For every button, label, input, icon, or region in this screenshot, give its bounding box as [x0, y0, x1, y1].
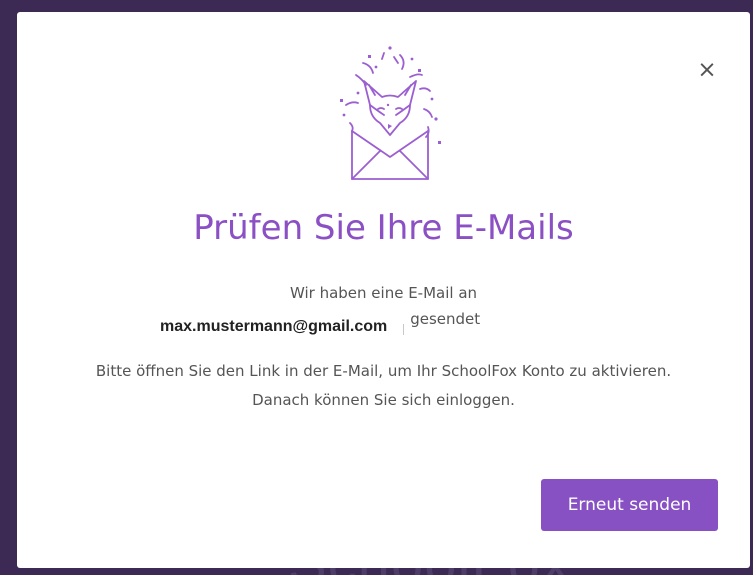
- resend-button[interactable]: Erneut senden: [541, 479, 718, 531]
- email-line: max.mustermann@gmail.com gesendet: [160, 310, 480, 337]
- activation-instructions: Bitte öffnen Sie den Link in der E-Mail,…: [95, 362, 672, 409]
- check-email-dialog: × Prüfen Sie Ihre E-Mails Wir haben eine…: [17, 12, 750, 568]
- sent-to-text: Wir haben eine E-Mail an: [289, 284, 478, 302]
- close-icon[interactable]: ×: [695, 55, 719, 85]
- fox-envelope-illustration: [340, 46, 441, 180]
- email-address: max.mustermann@gmail.com: [160, 318, 388, 335]
- sent-text: gesendet: [410, 310, 481, 328]
- dialog-title: Prüfen Sie Ihre E-Mails: [193, 208, 574, 248]
- text-cursor-divider: [403, 324, 405, 335]
